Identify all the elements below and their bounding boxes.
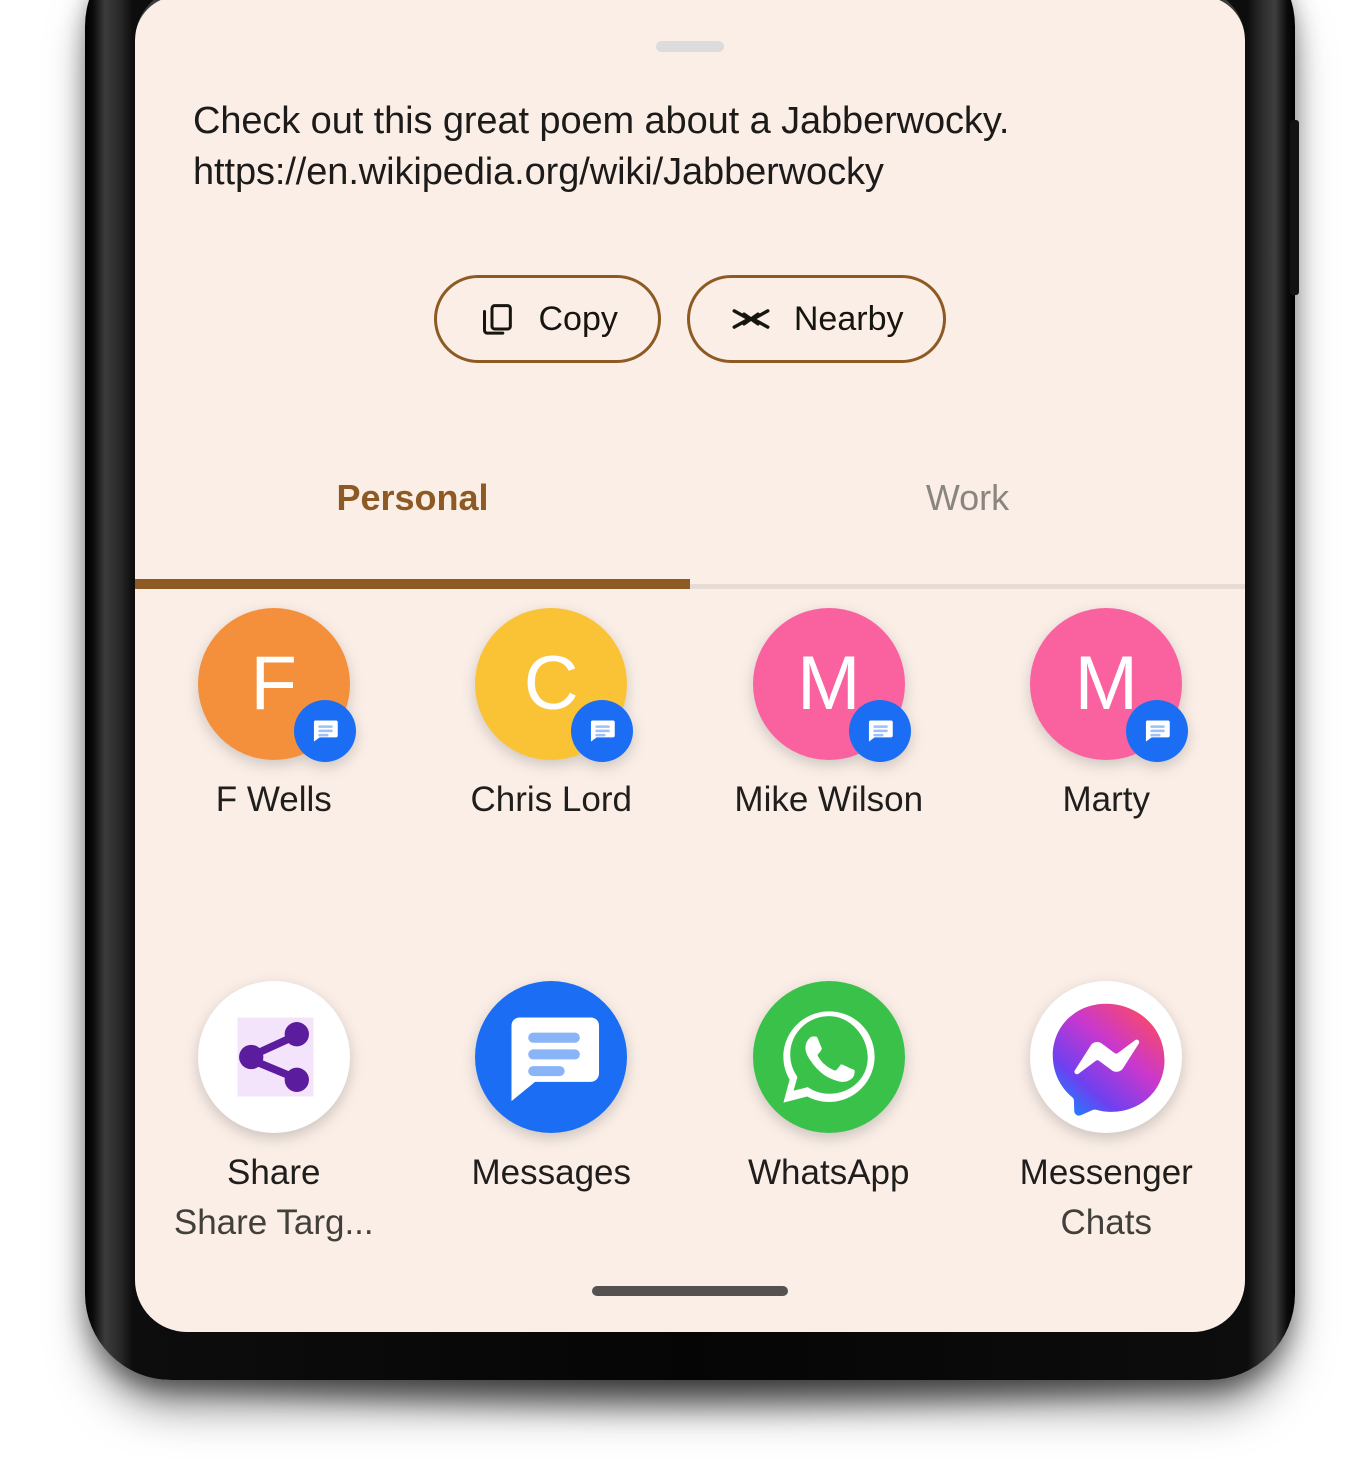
nearby-button-label: Nearby	[793, 299, 904, 338]
copy-button-label: Copy	[538, 299, 618, 338]
messages-badge-icon	[1126, 700, 1189, 762]
app-icon	[475, 981, 628, 1133]
app-label: Messages	[471, 1153, 632, 1192]
avatar-initial: F	[250, 641, 297, 726]
avatar: C	[475, 608, 634, 762]
avatar-initial: M	[1074, 641, 1138, 726]
share-apps-row: Share Share Targ... Messages WhatsApp Me…	[135, 981, 1245, 1243]
tab-personal-label: Personal	[336, 477, 489, 518]
app-sublabel: Chats	[1060, 1203, 1152, 1242]
share-actions: Copy Nearby	[135, 275, 1245, 363]
nearby-share-icon	[730, 304, 772, 334]
app-target-share[interactable]: Share Share Targ...	[135, 981, 413, 1243]
app-label: WhatsApp	[748, 1153, 910, 1192]
contact-name: Marty	[1062, 780, 1151, 819]
phone-screen: Check out this great poem about a Jabber…	[135, 0, 1245, 1332]
contact-name: F Wells	[215, 780, 332, 819]
google-messages-icon	[475, 981, 628, 1133]
phone-device-frame: Check out this great poem about a Jabber…	[85, 0, 1299, 1380]
app-target-messages[interactable]: Messages	[413, 981, 691, 1243]
contact-target[interactable]: C Chris Lord	[413, 608, 691, 820]
app-icon	[1030, 981, 1183, 1133]
contact-name: Chris Lord	[470, 780, 632, 819]
gesture-navigation-bar[interactable]	[592, 1286, 788, 1296]
share-preview-text: Check out this great poem about a Jabber…	[193, 100, 1010, 193]
avatar-initial: C	[523, 641, 579, 726]
sheet-drag-handle[interactable]	[656, 41, 724, 52]
app-label: Share	[227, 1153, 321, 1192]
power-button[interactable]	[1290, 120, 1299, 295]
messenger-icon	[1030, 981, 1183, 1133]
messages-badge-icon	[293, 700, 356, 762]
copy-button[interactable]: Copy	[433, 275, 661, 363]
app-target-whatsapp[interactable]: WhatsApp	[690, 981, 968, 1243]
tab-work[interactable]: Work	[690, 442, 1245, 554]
copy-icon	[477, 299, 517, 339]
profile-tabs: Personal Work	[135, 442, 1245, 594]
share-target-icon	[197, 981, 350, 1133]
tab-work-label: Work	[925, 477, 1010, 518]
avatar: M	[752, 608, 911, 762]
tab-active-indicator	[135, 579, 690, 589]
contact-target[interactable]: M Mike Wilson	[690, 608, 968, 820]
whatsapp-icon	[752, 981, 905, 1133]
avatar: F	[197, 608, 356, 762]
avatar: M	[1030, 608, 1189, 762]
app-sublabel: Share Targ...	[173, 1203, 374, 1242]
contact-target[interactable]: M Marty	[968, 608, 1246, 820]
avatar-initial: M	[797, 641, 861, 726]
app-icon	[197, 981, 350, 1133]
contact-name: Mike Wilson	[734, 780, 924, 819]
messages-badge-icon	[848, 700, 911, 762]
nearby-button[interactable]: Nearby	[686, 275, 947, 363]
share-sheet: Check out this great poem about a Jabber…	[135, 0, 1245, 1332]
app-target-messenger[interactable]: Messenger Chats	[968, 981, 1246, 1243]
tab-personal[interactable]: Personal	[135, 442, 690, 554]
contact-target[interactable]: F F Wells	[135, 608, 413, 820]
direct-share-contacts-row: F F Wells C Chris Lord M Mike Wilson M M…	[135, 608, 1245, 820]
messages-badge-icon	[571, 700, 634, 762]
app-label: Messenger	[1019, 1153, 1193, 1192]
app-icon	[752, 981, 905, 1133]
